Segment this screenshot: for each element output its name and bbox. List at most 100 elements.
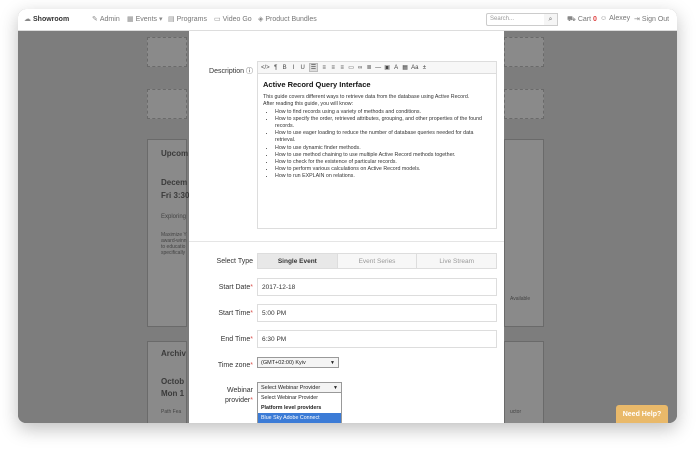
cart-count-badge: 0 — [593, 16, 597, 23]
section-divider — [189, 241, 504, 242]
bg-archive-heading: Archiv — [161, 349, 186, 358]
nav-user[interactable]: ☺ Alexey — [600, 15, 630, 22]
bg-path-feature: Path Fea — [161, 409, 182, 415]
doc-intro-1: This guide covers different ways to retr… — [263, 94, 470, 101]
bg-event-date: Decem — [161, 178, 188, 187]
toolbar-button[interactable]: ¶ — [273, 65, 279, 71]
search-button[interactable]: ⌕ — [544, 13, 558, 26]
help-circle-icon: ⓘ — [246, 68, 253, 75]
bg-instructor: uctor — [510, 409, 522, 415]
webinar-provider-dropdown: Select Webinar Provider Platform level p… — [257, 392, 342, 423]
webinar-label-line-2: provider* — [224, 397, 253, 404]
end-time-label: End Time* — [220, 336, 253, 343]
bg-dropzone-2 — [147, 89, 187, 119]
book-icon: ▤ — [168, 16, 175, 23]
toolbar-button[interactable]: ≡ — [321, 65, 327, 71]
bg-dropzone-1 — [147, 37, 187, 67]
start-date-label: Start Date* — [218, 284, 253, 291]
nav-programs[interactable]: ▤ Programs — [168, 15, 207, 24]
toolbar-button[interactable]: ☰ — [308, 63, 319, 72]
caret-down-icon: ▼ — [333, 385, 338, 391]
doc-bullet-list: How to find records using a variety of m… — [275, 109, 493, 181]
bg-dropzone-3 — [504, 37, 544, 67]
bg-desc-line-4: specifically — [161, 250, 186, 256]
timezone-label: Time zone* — [217, 362, 253, 369]
doc-title: Active Record Query Interface — [263, 80, 371, 89]
dropdown-option-placeholder[interactable]: Select Webinar Provider — [258, 393, 341, 403]
toolbar-button[interactable]: ▭ — [348, 64, 354, 71]
toolbar-button[interactable]: U — [300, 65, 306, 71]
doc-bullet: How to run EXPLAIN on relations. — [275, 173, 493, 180]
nav-admin[interactable]: ✎ Admin — [92, 15, 120, 24]
type-single-event[interactable]: Single Event — [258, 254, 338, 268]
end-time-field[interactable]: 6:30 PM — [257, 330, 497, 348]
caret-down-icon: ▼ — [330, 360, 335, 366]
dropdown-option-adobe-connect[interactable]: Blue Sky Adobe Connect — [258, 413, 341, 423]
nav-product-bundles[interactable]: ◈ Product Bundles — [258, 15, 317, 24]
doc-bullet: How to specify the order, retrieved attr… — [275, 116, 493, 130]
wrench-icon: ✎ — [92, 16, 98, 23]
toolbar-button[interactable]: A — [393, 65, 399, 71]
toolbar-button[interactable]: ▣ — [384, 64, 390, 71]
sign-out-icon: ⇥ — [634, 16, 640, 23]
toolbar-button[interactable]: ≡ — [330, 65, 336, 71]
select-type-label: Select Type — [216, 258, 253, 265]
nav-events[interactable]: ▦ Events ▾ — [127, 15, 163, 24]
editor-content[interactable]: Active Record Query Interface This guide… — [263, 78, 493, 181]
toolbar-button[interactable]: </> — [261, 65, 270, 71]
required-marker: * — [250, 397, 253, 404]
toolbar-button[interactable]: ≡ — [339, 65, 345, 71]
search-icon: ⌕ — [548, 15, 553, 23]
monitor-icon: ▭ — [214, 16, 221, 23]
type-live-stream[interactable]: Live Stream — [417, 254, 497, 268]
app-window: ☁ Showroom ✎ Admin ▦ Events ▾ ▤ Programs… — [18, 9, 677, 423]
cart-icon: ⛟ — [567, 16, 576, 23]
nav-video-go[interactable]: ▭ Video Go — [214, 15, 252, 24]
bg-archive-time: Mon 1 — [161, 389, 185, 398]
doc-bullet: How to perform various calculations on A… — [275, 166, 493, 173]
nav-brand[interactable]: ☁ Showroom — [24, 15, 69, 24]
tag-icon: ◈ — [258, 16, 264, 23]
timezone-select[interactable]: (GMT+02:00) Kyiv ▼ — [257, 357, 339, 368]
nav-cart[interactable]: ⛟ Cart 0 — [567, 15, 597, 24]
toolbar-button[interactable]: ± — [421, 65, 427, 71]
toolbar-button[interactable]: ▦ — [402, 64, 408, 71]
start-date-field[interactable]: 2017-12-18 — [257, 278, 497, 296]
toolbar-button[interactable]: — — [375, 65, 381, 71]
toolbar-button[interactable]: ∞ — [357, 65, 363, 71]
doc-bullet: How to use dynamic finder methods. — [275, 145, 493, 152]
bg-event-time: Fri 3:30 — [161, 191, 190, 200]
dropdown-group-label: Platform level providers — [261, 405, 322, 411]
cloud-icon: ☁ — [24, 16, 31, 23]
doc-bullet: How to use method chaining to use multip… — [275, 152, 493, 159]
doc-bullet: How to check for the existence of partic… — [275, 159, 493, 166]
bg-archive-date: Octob — [161, 377, 185, 386]
bg-dropzone-4 — [504, 89, 544, 119]
nav-sign-out[interactable]: ⇥ Sign Out — [634, 15, 669, 24]
doc-bullet: How to find records using a variety of m… — [275, 109, 493, 116]
rich-text-editor[interactable]: </> ¶ B I U ☰ ≡ ≡ ≡ ▭ ∞ ≣ — ▣ A ▦ Aa ± Active Record Quer… — [257, 61, 497, 229]
calendar-icon: ▦ — [127, 16, 134, 23]
bg-event-title: Exploring — [161, 214, 187, 220]
doc-bullet: How to use eager loading to reduce the n… — [275, 130, 493, 144]
event-form-modal: Description ⓘ </> ¶ B I U ☰ ≡ ≡ ≡ ▭ ∞ ≣ — ▣ A ▦ Aa ± Acti… — [189, 31, 504, 423]
need-help-button[interactable]: Need Help? — [616, 405, 668, 423]
required-marker: * — [250, 336, 253, 343]
event-type-segmented: Single Event Event Series Live Stream — [257, 253, 497, 269]
toolbar-button[interactable]: I — [291, 65, 297, 71]
webinar-label-line-1: Webinar — [227, 387, 253, 394]
top-navbar: ☁ Showroom ✎ Admin ▦ Events ▾ ▤ Programs… — [18, 9, 677, 31]
type-event-series[interactable]: Event Series — [337, 254, 418, 268]
toolbar-button[interactable]: ≣ — [366, 64, 372, 71]
toolbar-button[interactable]: Aa — [411, 65, 418, 71]
start-time-field[interactable]: 5:00 PM — [257, 304, 497, 322]
toolbar-button[interactable]: B — [282, 65, 288, 71]
bg-available-label: Available — [510, 296, 531, 302]
editor-toolbar: </> ¶ B I U ☰ ≡ ≡ ≡ ▭ ∞ ≣ — ▣ A ▦ Aa ± — [258, 62, 496, 74]
caret-down-icon: ▾ — [159, 16, 163, 23]
required-marker: * — [250, 284, 253, 291]
description-label: Description ⓘ — [209, 68, 253, 75]
doc-intro-2: After reading this guide, you will know: — [263, 101, 354, 108]
required-marker: * — [250, 310, 253, 317]
start-time-label: Start Time* — [218, 310, 253, 317]
